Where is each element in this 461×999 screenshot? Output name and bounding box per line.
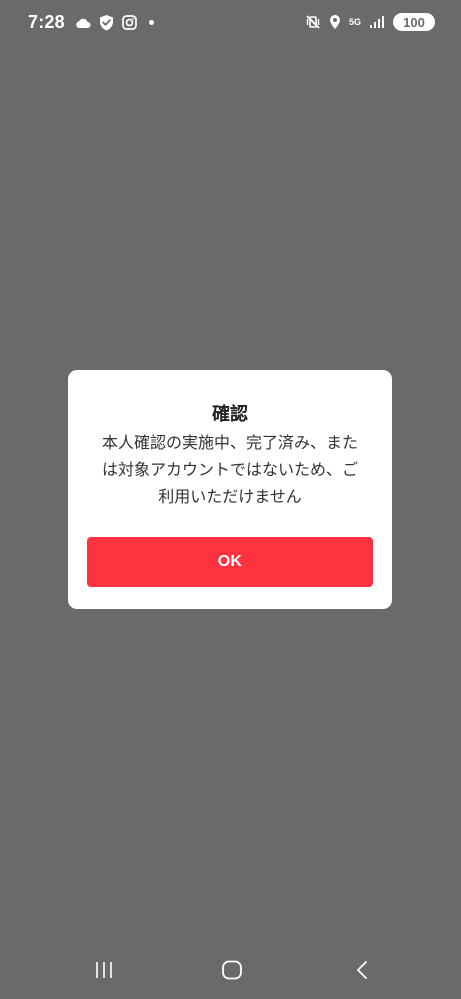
network-5g-icon: 5G (348, 16, 361, 27)
battery-icon: 100 (393, 13, 435, 31)
system-nav-bar (0, 948, 461, 999)
location-icon (329, 14, 341, 30)
confirmation-dialog: 確認 本人確認の実施中、完了済み、また は対象アカウントではないため、ご 利用い… (68, 370, 392, 609)
dialog-message-line: は対象アカウントではないため、ご (101, 460, 358, 479)
recent-apps-button[interactable] (84, 958, 124, 982)
status-bar-right: 5G 100 (305, 13, 435, 31)
dialog-message-line: 利用いただけません (158, 487, 302, 506)
recent-apps-icon (94, 961, 114, 979)
network-label: 5G (348, 16, 361, 27)
dialog-message: 本人確認の実施中、完了済み、また は対象アカウントではないため、ご 利用いただけ… (88, 429, 372, 510)
notification-dot-icon (148, 20, 154, 25)
ok-button-label: OK (217, 553, 243, 570)
shield-check-icon (99, 14, 114, 31)
battery-level: 100 (403, 14, 425, 30)
status-time: 7:28 (28, 12, 65, 32)
signal-icon (369, 15, 385, 29)
status-bar-left: 7:28 (28, 12, 154, 33)
instagram-icon (121, 15, 137, 30)
dialog-title: 確認 (212, 404, 248, 425)
status-bar: 7:28 5G 100 (0, 0, 461, 44)
vibrate-mute-icon (305, 14, 321, 30)
home-button[interactable] (212, 958, 252, 982)
cloud-icon (75, 17, 91, 29)
dialog-message-line: 本人確認の実施中、完了済み、また (101, 433, 358, 452)
home-icon (221, 960, 243, 980)
back-icon (354, 960, 370, 980)
ok-button[interactable]: OK (87, 537, 373, 587)
back-button[interactable] (342, 958, 382, 982)
